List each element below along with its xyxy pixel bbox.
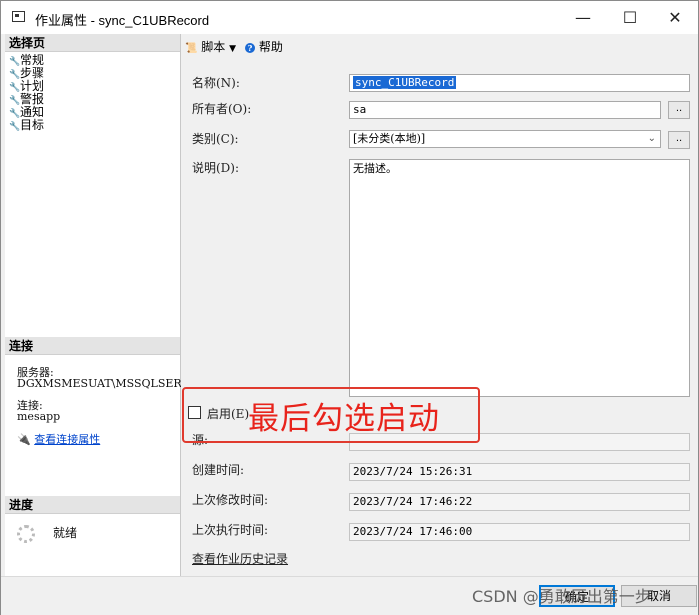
page-item-targets[interactable]: 🔧目标 (9, 118, 45, 133)
progress-status: 就绪 (53, 526, 78, 540)
right-panel: 📜 脚本 ▼ ? 帮助 名称(N): sync_C1UBRecord 所有者(O… (181, 34, 698, 576)
executed-field: 2023/7/24 17:46:00 (349, 523, 690, 541)
name-label: 名称(N): (192, 76, 240, 90)
category-browse-button[interactable]: .. (668, 131, 690, 149)
maximize-button[interactable]: ☐ (607, 1, 653, 34)
created-label: 创建时间: (192, 463, 245, 477)
page-item-label: 计划 (20, 79, 45, 93)
progress-spinner-icon (17, 525, 35, 543)
toolbar: 📜 脚本 ▼ ? 帮助 (181, 34, 698, 56)
script-menu[interactable]: 📜 脚本 ▼ (185, 38, 236, 55)
connection-value: mesapp (17, 410, 61, 423)
owner-browse-button[interactable]: .. (668, 101, 690, 119)
created-field: 2023/7/24 15:26:31 (349, 463, 690, 481)
view-connection-properties-link[interactable]: 查看连接属性 (34, 433, 100, 446)
category-select-value: [未分类(本地)] (353, 132, 426, 145)
category-label: 类别(C): (192, 132, 239, 146)
name-input[interactable]: sync_C1UBRecord (349, 74, 690, 92)
owner-input[interactable]: sa (349, 101, 661, 119)
page-item-label: 通知 (20, 105, 45, 119)
page-item-label: 步骤 (20, 66, 45, 80)
annotation-text: 最后勾选启动 (248, 401, 440, 437)
minimize-button[interactable]: — (560, 1, 606, 34)
help-icon: ? (245, 43, 255, 53)
script-icon: 📜 (185, 43, 198, 54)
window-app-icon (12, 11, 25, 22)
modified-label: 上次修改时间: (192, 493, 269, 507)
progress-header: 进度 (5, 496, 180, 514)
left-panel: 选择页 🔧常规 🔧步骤 🔧计划 🔧警报 🔧通知 🔧目标 连接 服务器: DGXM… (5, 34, 229, 576)
connection-header: 连接 (5, 337, 180, 355)
view-job-history-link[interactable]: 查看作业历史记录 (192, 550, 288, 567)
help-button[interactable]: ? 帮助 (245, 38, 283, 55)
name-input-value: sync_C1UBRecord (353, 76, 457, 89)
watermark-text: CSDN @勇敢历出第一步 (472, 587, 651, 606)
page-item-label: 常规 (20, 53, 45, 67)
page-item-label: 警报 (20, 92, 45, 106)
help-label: 帮助 (258, 40, 283, 54)
description-label: 说明(D): (192, 161, 240, 175)
category-select[interactable]: [未分类(本地)] ⌄ (349, 130, 661, 148)
connection-plug-icon: 🔌 (17, 433, 31, 446)
job-properties-window: 作业属性 - sync_C1UBRecord — ☐ ✕ 选择页 🔧常规 🔧步骤… (0, 0, 699, 615)
window-title: 作业属性 - sync_C1UBRecord (35, 13, 210, 28)
page-item-label: 目标 (20, 118, 45, 132)
script-label: 脚本 (201, 40, 226, 54)
view-connection-properties-row: 🔌 查看连接属性 (17, 431, 100, 447)
close-button[interactable]: ✕ (652, 1, 698, 34)
chevron-down-icon: ▼ (229, 44, 237, 54)
title-bar: 作业属性 - sync_C1UBRecord — ☐ ✕ (1, 1, 698, 34)
wrench-icon: 🔧 (9, 122, 21, 132)
owner-label: 所有者(O): (192, 102, 252, 116)
general-form: 名称(N): sync_C1UBRecord 所有者(O): sa .. 类别(… (181, 67, 698, 576)
select-page-header: 选择页 (5, 34, 180, 52)
modified-field: 2023/7/24 17:46:22 (349, 493, 690, 511)
description-textarea[interactable]: 无描述。 (349, 159, 690, 397)
executed-label: 上次执行时间: (192, 523, 269, 537)
chevron-down-icon: ⌄ (647, 133, 656, 144)
